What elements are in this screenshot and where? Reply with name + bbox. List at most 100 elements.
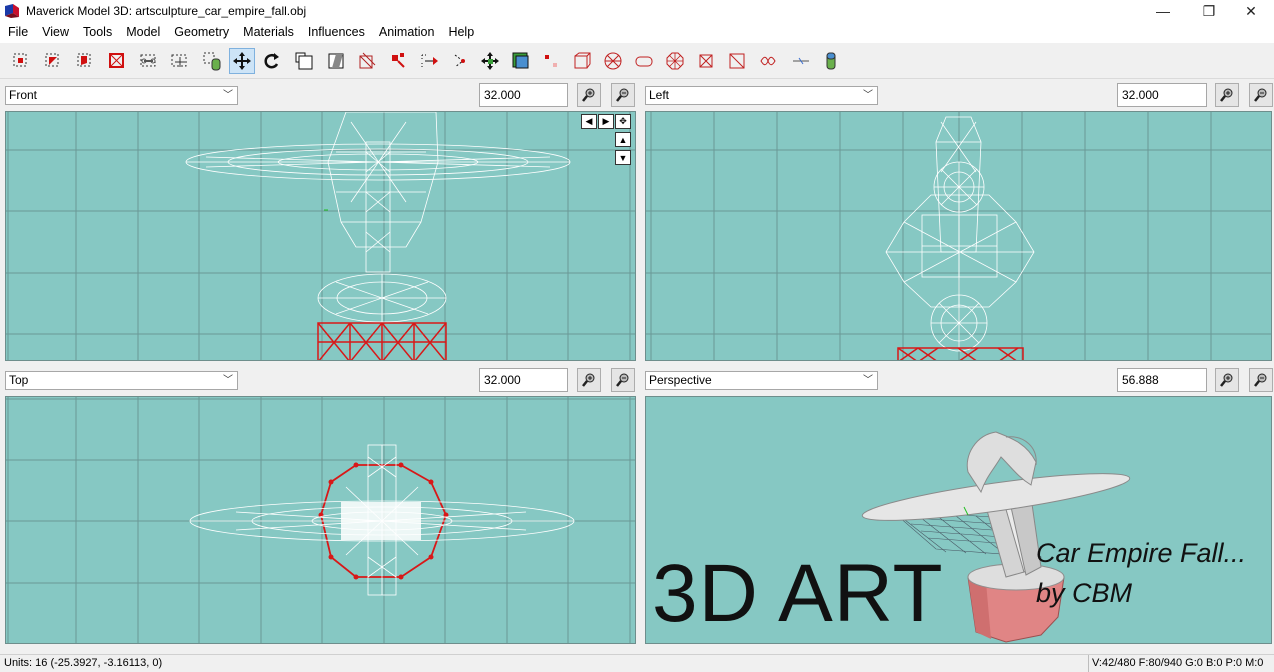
create-point-icon[interactable] (508, 48, 534, 74)
window-title: Maverick Model 3D: artsculpture_car_empi… (26, 4, 307, 18)
pan-down-icon[interactable]: ▼ (615, 150, 631, 165)
shear-icon[interactable] (323, 48, 349, 74)
zoom-out-button[interactable] (1249, 83, 1273, 107)
overlay-caption-title: Car Empire Fall... (1036, 538, 1247, 568)
chevron-down-icon: ﹀ (863, 375, 873, 386)
rotate-icon[interactable] (259, 48, 285, 74)
application-window: Maverick Model 3D: artsculpture_car_empi… (0, 0, 1274, 672)
zoom-in-icon (582, 373, 595, 387)
add-vertex-icon[interactable] (385, 48, 411, 74)
menu-file[interactable]: File (0, 22, 34, 43)
view-select-perspective[interactable]: Perspective ﹀ (645, 371, 878, 390)
viewport-canvas-front[interactable]: ◀ ▶ ✥ ▲ ▼ (5, 111, 636, 361)
attract-near-icon[interactable] (569, 48, 595, 74)
view-select-front[interactable]: Front ﹀ (5, 86, 238, 105)
view-select-label: Top (9, 373, 29, 387)
zoom-in-button[interactable] (1215, 83, 1239, 107)
select-groups-icon[interactable] (104, 48, 130, 74)
viewport-header: Top ﹀ 32.000 (0, 365, 640, 393)
select-faces-icon[interactable] (40, 48, 66, 74)
select-projections-icon[interactable] (199, 48, 225, 74)
create-torus-icon[interactable] (662, 48, 688, 74)
view-select-left[interactable]: Left ﹀ (645, 86, 878, 105)
zoom-out-button[interactable] (1249, 368, 1273, 392)
overlay-caption-author: by CBM (1036, 578, 1133, 608)
background-icon[interactable] (724, 48, 750, 74)
cylinder-tool-icon[interactable] (818, 48, 844, 74)
zoom-input-left[interactable]: 32.000 (1117, 83, 1207, 107)
viewport-perspective: Perspective ﹀ 56.888 3D ART Car Empire F… (640, 365, 1274, 649)
model-wireframe-top (189, 444, 575, 596)
zoom-out-icon (616, 88, 629, 102)
overlay-headline: 3D ART (652, 548, 944, 639)
create-bone-icon[interactable] (477, 48, 503, 74)
menu-help[interactable]: Help (440, 22, 480, 43)
view-select-label: Perspective (649, 373, 712, 387)
menu-view[interactable]: View (34, 22, 75, 43)
pan-right-icon[interactable]: ▶ (598, 114, 614, 129)
viewport-header: Left ﹀ 32.000 (640, 80, 1274, 108)
zoom-input-top[interactable]: 32.000 (479, 368, 568, 392)
menu-animation[interactable]: Animation (371, 22, 441, 43)
create-polygon-icon[interactable] (693, 48, 719, 74)
zoom-out-button[interactable] (611, 368, 635, 392)
chevron-down-icon: ﹀ (223, 90, 233, 101)
move-icon[interactable] (229, 48, 255, 74)
menu-influences[interactable]: Influences (300, 22, 371, 43)
maverick-logo-icon (5, 4, 19, 18)
viewport-header: Front ﹀ 32.000 (0, 80, 640, 108)
close-button[interactable]: ✕ (1228, 0, 1274, 22)
model-wireframe-left (885, 116, 1035, 360)
create-cube-icon[interactable] (446, 48, 472, 74)
status-bar: Units: 16 (-25.3927, -3.16113, 0) V:42/4… (0, 654, 1274, 672)
title-bar: Maverick Model 3D: artsculpture_car_empi… (0, 0, 1274, 22)
zoom-out-icon (1254, 88, 1267, 102)
maximize-button[interactable]: ❐ (1186, 0, 1232, 22)
view-select-top[interactable]: Top ﹀ (5, 371, 238, 390)
minimize-button[interactable]: — (1140, 0, 1186, 22)
toolbar (0, 43, 1274, 79)
pan-left-icon[interactable]: ◀ (581, 114, 597, 129)
select-bone-joints-icon[interactable] (136, 48, 162, 74)
viewport-top: Top ﹀ 32.000 (0, 365, 640, 649)
pan-all-icon[interactable]: ✥ (615, 114, 631, 129)
viewport-canvas-left[interactable] (645, 111, 1272, 361)
create-projection-icon[interactable] (539, 48, 565, 74)
view-select-label: Left (649, 88, 670, 102)
create-ellipsoid-icon[interactable] (600, 48, 626, 74)
menu-materials[interactable]: Materials (235, 22, 300, 43)
viewport-left: Left ﹀ 32.000 (640, 80, 1274, 364)
align-icon[interactable] (788, 48, 814, 74)
scale-icon[interactable] (291, 48, 317, 74)
zoom-in-icon (1220, 88, 1233, 102)
paint-texture-icon[interactable] (755, 48, 781, 74)
extrude-icon[interactable] (354, 48, 380, 74)
view-nav-controls: ◀ ▶ ✥ ▲ ▼ (581, 114, 631, 166)
zoom-in-icon (1220, 373, 1233, 387)
zoom-in-icon (582, 88, 595, 102)
menu-model[interactable]: Model (118, 22, 166, 43)
zoom-in-button[interactable] (577, 83, 601, 107)
create-rectangle-icon[interactable] (416, 48, 442, 74)
model-wireframe-front (185, 112, 571, 360)
select-points-icon[interactable] (167, 48, 193, 74)
zoom-out-icon (616, 373, 629, 387)
chevron-down-icon: ﹀ (863, 90, 873, 101)
chevron-down-icon: ﹀ (223, 375, 233, 386)
menu-tools[interactable]: Tools (75, 22, 118, 43)
pan-up-icon[interactable]: ▲ (615, 132, 631, 147)
zoom-in-button[interactable] (1215, 368, 1239, 392)
select-vertices-icon[interactable] (8, 48, 34, 74)
viewport-front: Front ﹀ 32.000 ◀ ▶ ✥ ▲ ▼ (0, 80, 640, 364)
create-cylinder-icon[interactable] (631, 48, 657, 74)
select-connected-icon[interactable] (72, 48, 98, 74)
zoom-input-front[interactable]: 32.000 (479, 83, 568, 107)
viewport-canvas-top[interactable] (5, 396, 636, 644)
viewport-canvas-perspective[interactable]: 3D ART Car Empire Fall... by CBM (645, 396, 1272, 644)
menu-bar: File View Tools Model Geometry Materials… (0, 22, 1274, 43)
zoom-in-button[interactable] (577, 368, 601, 392)
menu-geometry[interactable]: Geometry (166, 22, 235, 43)
zoom-input-perspective[interactable]: 56.888 (1117, 368, 1207, 392)
zoom-out-icon (1254, 373, 1267, 387)
zoom-out-button[interactable] (611, 83, 635, 107)
